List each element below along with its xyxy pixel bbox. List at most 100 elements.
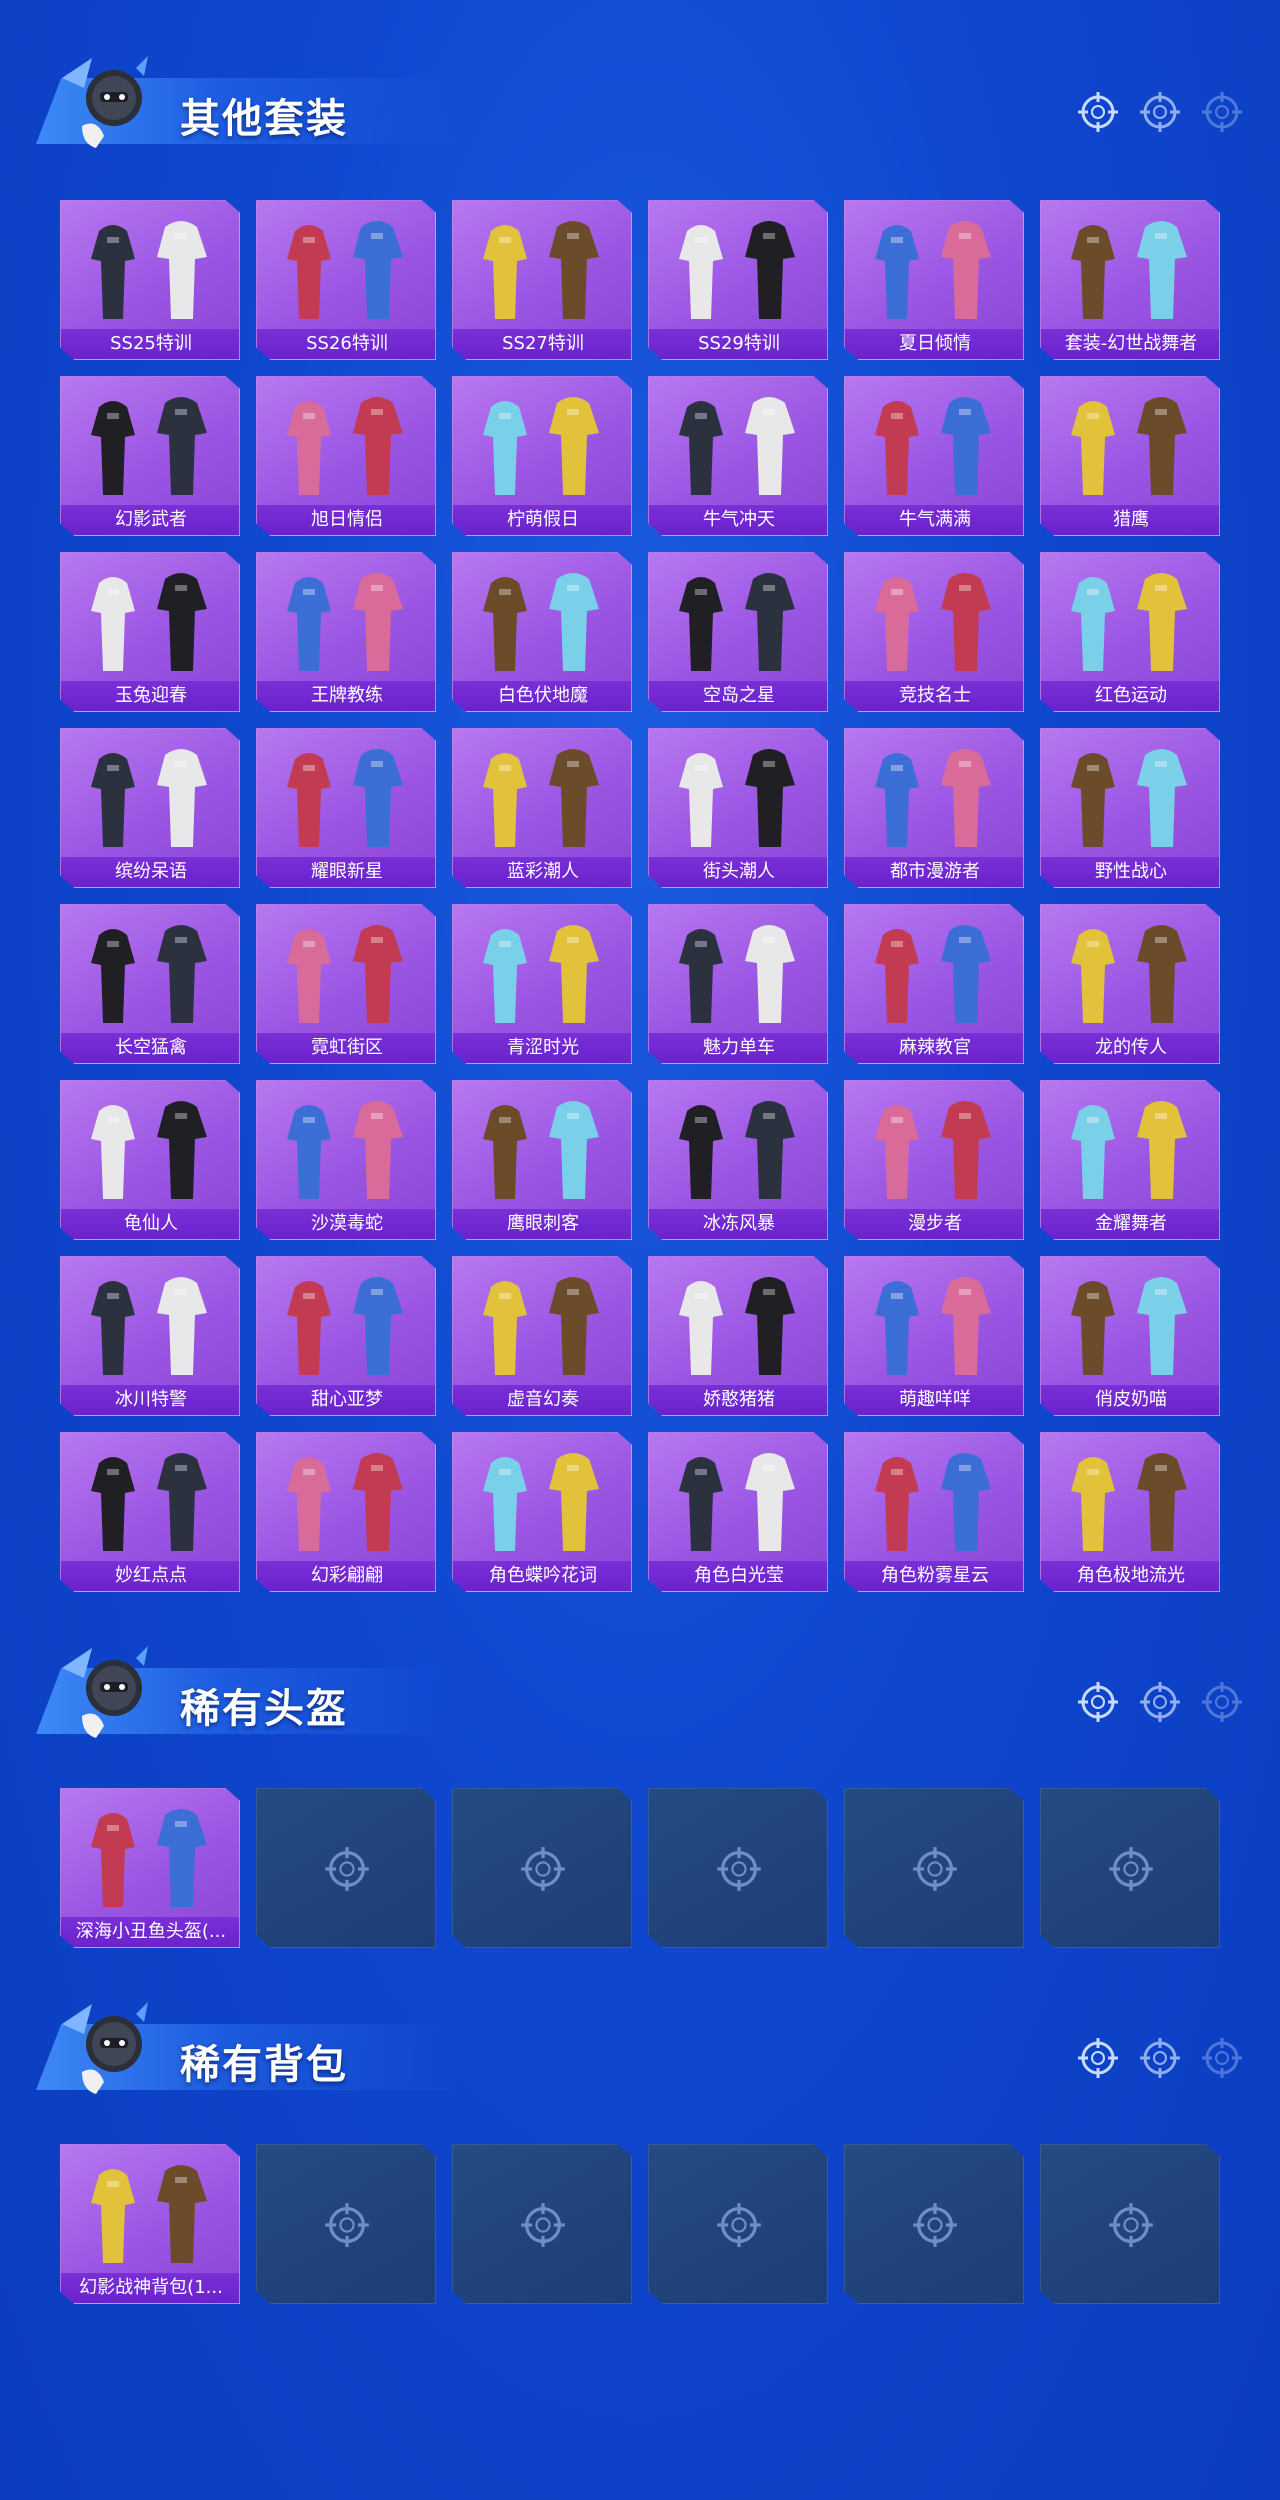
item-card[interactable]: 幻影武者 bbox=[60, 376, 240, 536]
item-card[interactable]: 萌趣咩咩 bbox=[844, 1256, 1024, 1416]
item-card[interactable]: 野性战心 bbox=[1040, 728, 1220, 888]
item-card[interactable]: 街头潮人 bbox=[648, 728, 828, 888]
item-label: 角色粉雾星云 bbox=[845, 1561, 1023, 1591]
item-card[interactable]: 角色白光莹 bbox=[648, 1432, 828, 1592]
item-card[interactable]: 龙的传人 bbox=[1040, 904, 1220, 1064]
item-label: 幻彩翩翩 bbox=[257, 1561, 435, 1591]
item-card[interactable]: 白色伏地魔 bbox=[452, 552, 632, 712]
item-card[interactable]: 冰冻风暴 bbox=[648, 1080, 828, 1240]
item-label: 缤纷呆语 bbox=[61, 857, 239, 887]
item-card[interactable]: SS27特训 bbox=[452, 200, 632, 360]
item-card[interactable]: 红色运动 bbox=[1040, 552, 1220, 712]
item-card[interactable]: 缤纷呆语 bbox=[60, 728, 240, 888]
item-card[interactable]: SS26特训 bbox=[256, 200, 436, 360]
item-label: 娇憨猪猪 bbox=[649, 1385, 827, 1415]
outfit-image bbox=[1071, 1101, 1187, 1199]
item-card[interactable]: 幻彩翩翩 bbox=[256, 1432, 436, 1592]
item-card[interactable]: 牛气满满 bbox=[844, 376, 1024, 536]
item-card[interactable]: 鹰眼刺客 bbox=[452, 1080, 632, 1240]
item-card[interactable]: 青涩时光 bbox=[452, 904, 632, 1064]
item-label: 萌趣咩咩 bbox=[845, 1385, 1023, 1415]
item-label: 魅力单车 bbox=[649, 1033, 827, 1063]
item-card[interactable]: 沙漠毒蛇 bbox=[256, 1080, 436, 1240]
item-label: 鹰眼刺客 bbox=[453, 1209, 631, 1239]
outfit-image bbox=[483, 749, 599, 847]
item-label: 金耀舞者 bbox=[1041, 1209, 1219, 1239]
item-card[interactable]: SS25特训 bbox=[60, 200, 240, 360]
item-card[interactable]: 幻影战神背包(1... bbox=[60, 2144, 240, 2304]
item-card[interactable]: 蓝彩潮人 bbox=[452, 728, 632, 888]
outfit-image bbox=[875, 749, 991, 847]
item-card[interactable]: 麻辣教官 bbox=[844, 904, 1024, 1064]
outfit-image bbox=[1071, 1277, 1187, 1375]
item-card[interactable]: 甜心亚梦 bbox=[256, 1256, 436, 1416]
item-card[interactable]: 玉兔迎春 bbox=[60, 552, 240, 712]
item-card[interactable]: 耀眼新星 bbox=[256, 728, 436, 888]
item-card[interactable]: 都市漫游者 bbox=[844, 728, 1024, 888]
item-card[interactable]: 角色极地流光 bbox=[1040, 1432, 1220, 1592]
section-title: 其他套装 bbox=[180, 96, 348, 142]
outfit-image bbox=[91, 2165, 207, 2263]
item-label: 空岛之星 bbox=[649, 681, 827, 711]
outfit-image bbox=[679, 749, 795, 847]
item-card[interactable]: 俏皮奶喵 bbox=[1040, 1256, 1220, 1416]
item-label: 麻辣教官 bbox=[845, 1033, 1023, 1063]
item-card[interactable]: 旭日情侣 bbox=[256, 376, 436, 536]
outfit-image bbox=[1071, 1453, 1187, 1551]
outfit-image bbox=[91, 221, 207, 319]
crosshair-icon bbox=[717, 1847, 761, 1891]
item-label: 都市漫游者 bbox=[845, 857, 1023, 887]
section-other-outfits: 其他套装 SS25特训 SS26特训 SS27特训 SS29特训 夏日倾情 套装-幻世战舞… bbox=[0, 40, 1280, 1592]
crosshair-icon bbox=[1109, 1847, 1153, 1891]
crosshair-icon bbox=[325, 2203, 369, 2247]
item-card[interactable]: 金耀舞者 bbox=[1040, 1080, 1220, 1240]
item-label: 冰冻风暴 bbox=[649, 1209, 827, 1239]
outfit-image bbox=[483, 1277, 599, 1375]
item-card[interactable]: 霓虹街区 bbox=[256, 904, 436, 1064]
item-card[interactable]: 王牌教练 bbox=[256, 552, 436, 712]
item-label: 龟仙人 bbox=[61, 1209, 239, 1239]
outfit-image bbox=[287, 397, 403, 495]
item-card[interactable]: 妙红点点 bbox=[60, 1432, 240, 1592]
item-label: 牛气满满 bbox=[845, 505, 1023, 535]
item-card[interactable]: 竞技名士 bbox=[844, 552, 1024, 712]
section-rare-backpacks: 稀有背包 幻影战神背包(1... bbox=[0, 1986, 1280, 2304]
item-card[interactable]: 龟仙人 bbox=[60, 1080, 240, 1240]
item-card[interactable]: 漫步者 bbox=[844, 1080, 1024, 1240]
mascot-icon bbox=[62, 56, 148, 148]
item-label: 街头潮人 bbox=[649, 857, 827, 887]
item-label: 青涩时光 bbox=[453, 1033, 631, 1063]
item-label: 角色极地流光 bbox=[1041, 1561, 1219, 1591]
item-card[interactable]: 柠萌假日 bbox=[452, 376, 632, 536]
item-label: SS27特训 bbox=[453, 329, 631, 359]
empty-slot bbox=[1040, 1788, 1220, 1948]
empty-slot bbox=[648, 2144, 828, 2304]
item-card[interactable]: 猎鹰 bbox=[1040, 376, 1220, 536]
crosshair-icon bbox=[521, 2203, 565, 2247]
item-card[interactable]: 虚音幻奏 bbox=[452, 1256, 632, 1416]
outfit-image bbox=[91, 1101, 207, 1199]
decoration-group bbox=[1076, 2036, 1244, 2080]
item-card[interactable]: 牛气冲天 bbox=[648, 376, 828, 536]
item-card[interactable]: 魅力单车 bbox=[648, 904, 828, 1064]
item-card[interactable]: 空岛之星 bbox=[648, 552, 828, 712]
outfit-image bbox=[91, 1809, 207, 1907]
item-card[interactable]: 长空猛禽 bbox=[60, 904, 240, 1064]
item-card[interactable]: 深海小丑鱼头盔(... bbox=[60, 1788, 240, 1948]
item-label: 角色白光莹 bbox=[649, 1561, 827, 1591]
item-card[interactable]: 娇憨猪猪 bbox=[648, 1256, 828, 1416]
item-label: 野性战心 bbox=[1041, 857, 1219, 887]
outfit-image bbox=[679, 1101, 795, 1199]
outfit-image bbox=[875, 573, 991, 671]
item-label: 漫步者 bbox=[845, 1209, 1023, 1239]
item-card[interactable]: 夏日倾情 bbox=[844, 200, 1024, 360]
item-label: SS26特训 bbox=[257, 329, 435, 359]
item-card[interactable]: 角色粉雾星云 bbox=[844, 1432, 1024, 1592]
outfit-image bbox=[287, 1101, 403, 1199]
crosshair-icon bbox=[325, 1847, 369, 1891]
crosshair-icon bbox=[1078, 92, 1118, 132]
item-card[interactable]: 角色蝶吟花词 bbox=[452, 1432, 632, 1592]
item-card[interactable]: SS29特训 bbox=[648, 200, 828, 360]
item-card[interactable]: 冰川特警 bbox=[60, 1256, 240, 1416]
item-card[interactable]: 套装-幻世战舞者 bbox=[1040, 200, 1220, 360]
